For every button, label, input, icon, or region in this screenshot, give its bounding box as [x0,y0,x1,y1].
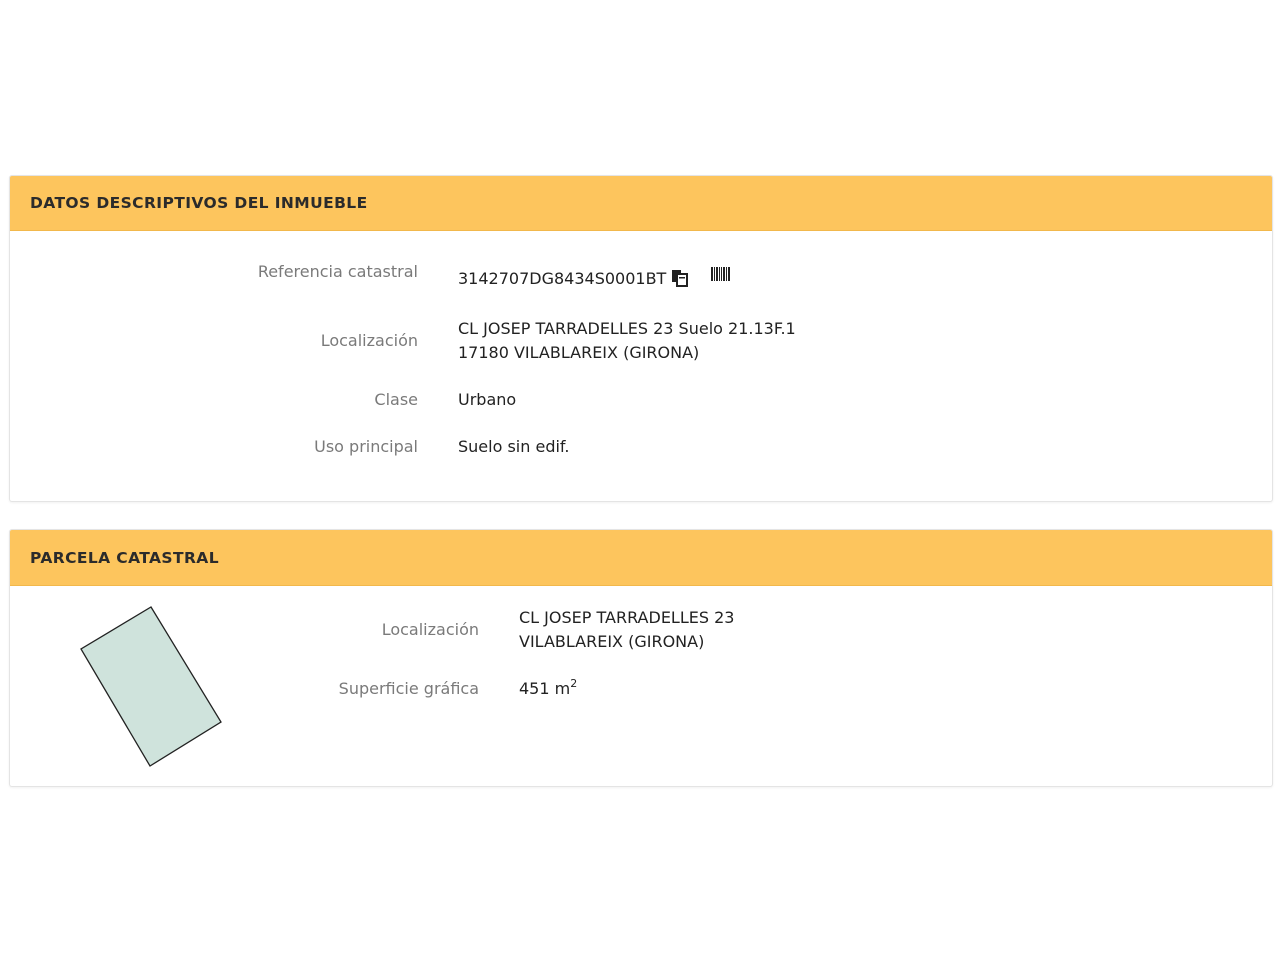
parcela-catastral-header: PARCELA CATASTRAL [10,530,1272,586]
localizacion-label: Localización [320,331,418,350]
referencia-label: Referencia catastral [257,262,418,281]
superficie-number: 451 m [519,679,571,698]
localizacion-line1: CL JOSEP TARRADELLES 23 Suelo 21.13F.1 [458,319,796,338]
superficie-label: Superficie gráfica [338,679,479,698]
localizacion-line2: 17180 VILABLAREIX (GIRONA) [458,343,700,362]
referencia-text: 3142707DG8434S0001BT [458,269,667,288]
barcode-icon[interactable] [711,267,731,283]
copy-icon[interactable] [671,269,689,287]
parcela-catastral-panel: PARCELA CATASTRAL Localización CL JOSEP … [9,529,1273,787]
superficie-exponent: 2 [570,677,578,690]
uso-value: Suelo sin edif. [458,437,570,456]
datos-descriptivos-header: DATOS DESCRIPTIVOS DEL INMUEBLE [10,176,1272,231]
parcela-localizacion-line1: CL JOSEP TARRADELLES 23 [519,608,735,627]
clase-value: Urbano [458,390,517,409]
parcela-localizacion-label: Localización [381,620,479,639]
datos-descriptivos-panel: DATOS DESCRIPTIVOS DEL INMUEBLE Referenc… [9,175,1273,502]
referencia-value: 3142707DG8434S0001BT [458,267,689,291]
uso-label: Uso principal [314,437,418,456]
clase-label: Clase [374,390,418,409]
superficie-value: 451 m2 [519,677,577,701]
parcela-localizacion-line2: VILABLAREIX (GIRONA) [519,632,705,651]
